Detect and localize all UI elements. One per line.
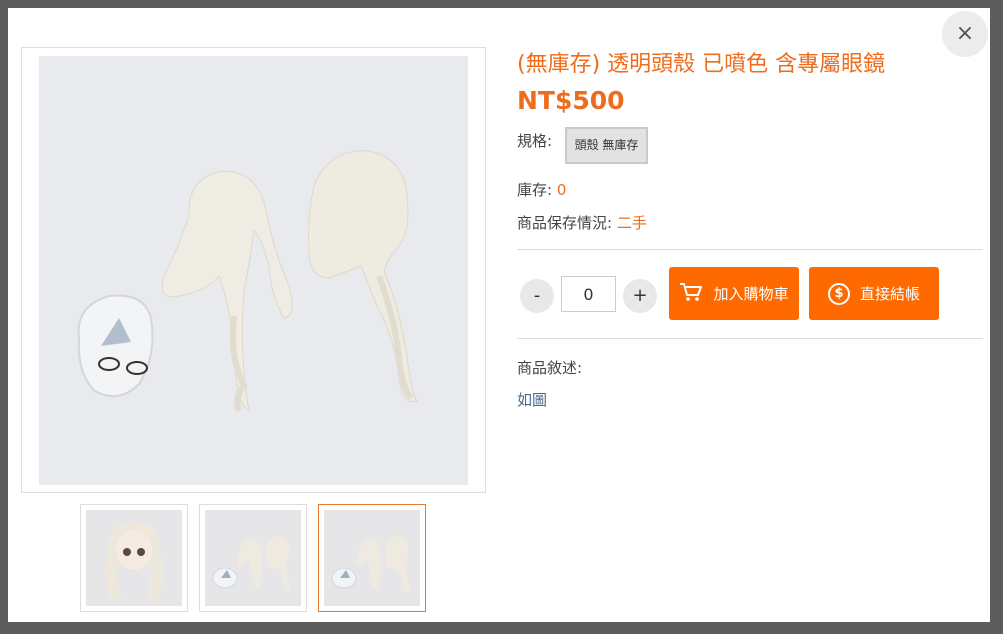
condition-info: 商品保存情況: 二手 xyxy=(517,212,647,233)
product-title: (無庫存) 透明頭殼 已噴色 含專屬眼鏡 xyxy=(517,52,886,77)
stock-info: 庫存: 0 xyxy=(517,179,566,200)
thumbnail-3[interactable] xyxy=(318,504,426,612)
main-product-image xyxy=(39,56,468,485)
cart-icon xyxy=(679,282,703,306)
add-to-cart-label: 加入購物車 xyxy=(713,285,789,303)
thumbnail-strip xyxy=(80,504,426,612)
thumbnail-2[interactable] xyxy=(199,504,307,612)
quantity-increase-button[interactable]: + xyxy=(623,279,657,313)
add-to-cart-button[interactable]: 加入購物車 xyxy=(669,267,799,320)
stock-value: 0 xyxy=(556,181,567,199)
spec-label: 規格: xyxy=(517,132,553,150)
thumbnail-1[interactable] xyxy=(80,504,188,612)
main-image-frame xyxy=(21,47,486,493)
divider xyxy=(517,249,983,250)
checkout-label: 直接結帳 xyxy=(859,285,920,303)
product-quick-view-modal: × (無庫存) 透明頭殼 已噴色 含專屬眼鏡 NT$500 規格: 頭殼 無庫存… xyxy=(8,8,990,622)
spec-option-button[interactable]: 頭殼 無庫存 xyxy=(565,127,648,164)
close-button[interactable]: × xyxy=(942,11,988,57)
description-text: 如圖 xyxy=(517,391,548,409)
dollar-coin-icon: $ xyxy=(827,282,850,305)
checkout-button[interactable]: $ 直接結帳 xyxy=(809,267,939,320)
quantity-decrease-button[interactable]: - xyxy=(520,279,554,313)
description-label: 商品敘述: xyxy=(517,359,583,377)
condition-value: 二手 xyxy=(616,214,647,232)
stock-label: 庫存: xyxy=(517,181,557,199)
condition-label: 商品保存情況: xyxy=(517,214,617,232)
quantity-input[interactable] xyxy=(561,276,616,312)
product-price: NT$500 xyxy=(517,86,625,115)
divider xyxy=(517,338,983,339)
